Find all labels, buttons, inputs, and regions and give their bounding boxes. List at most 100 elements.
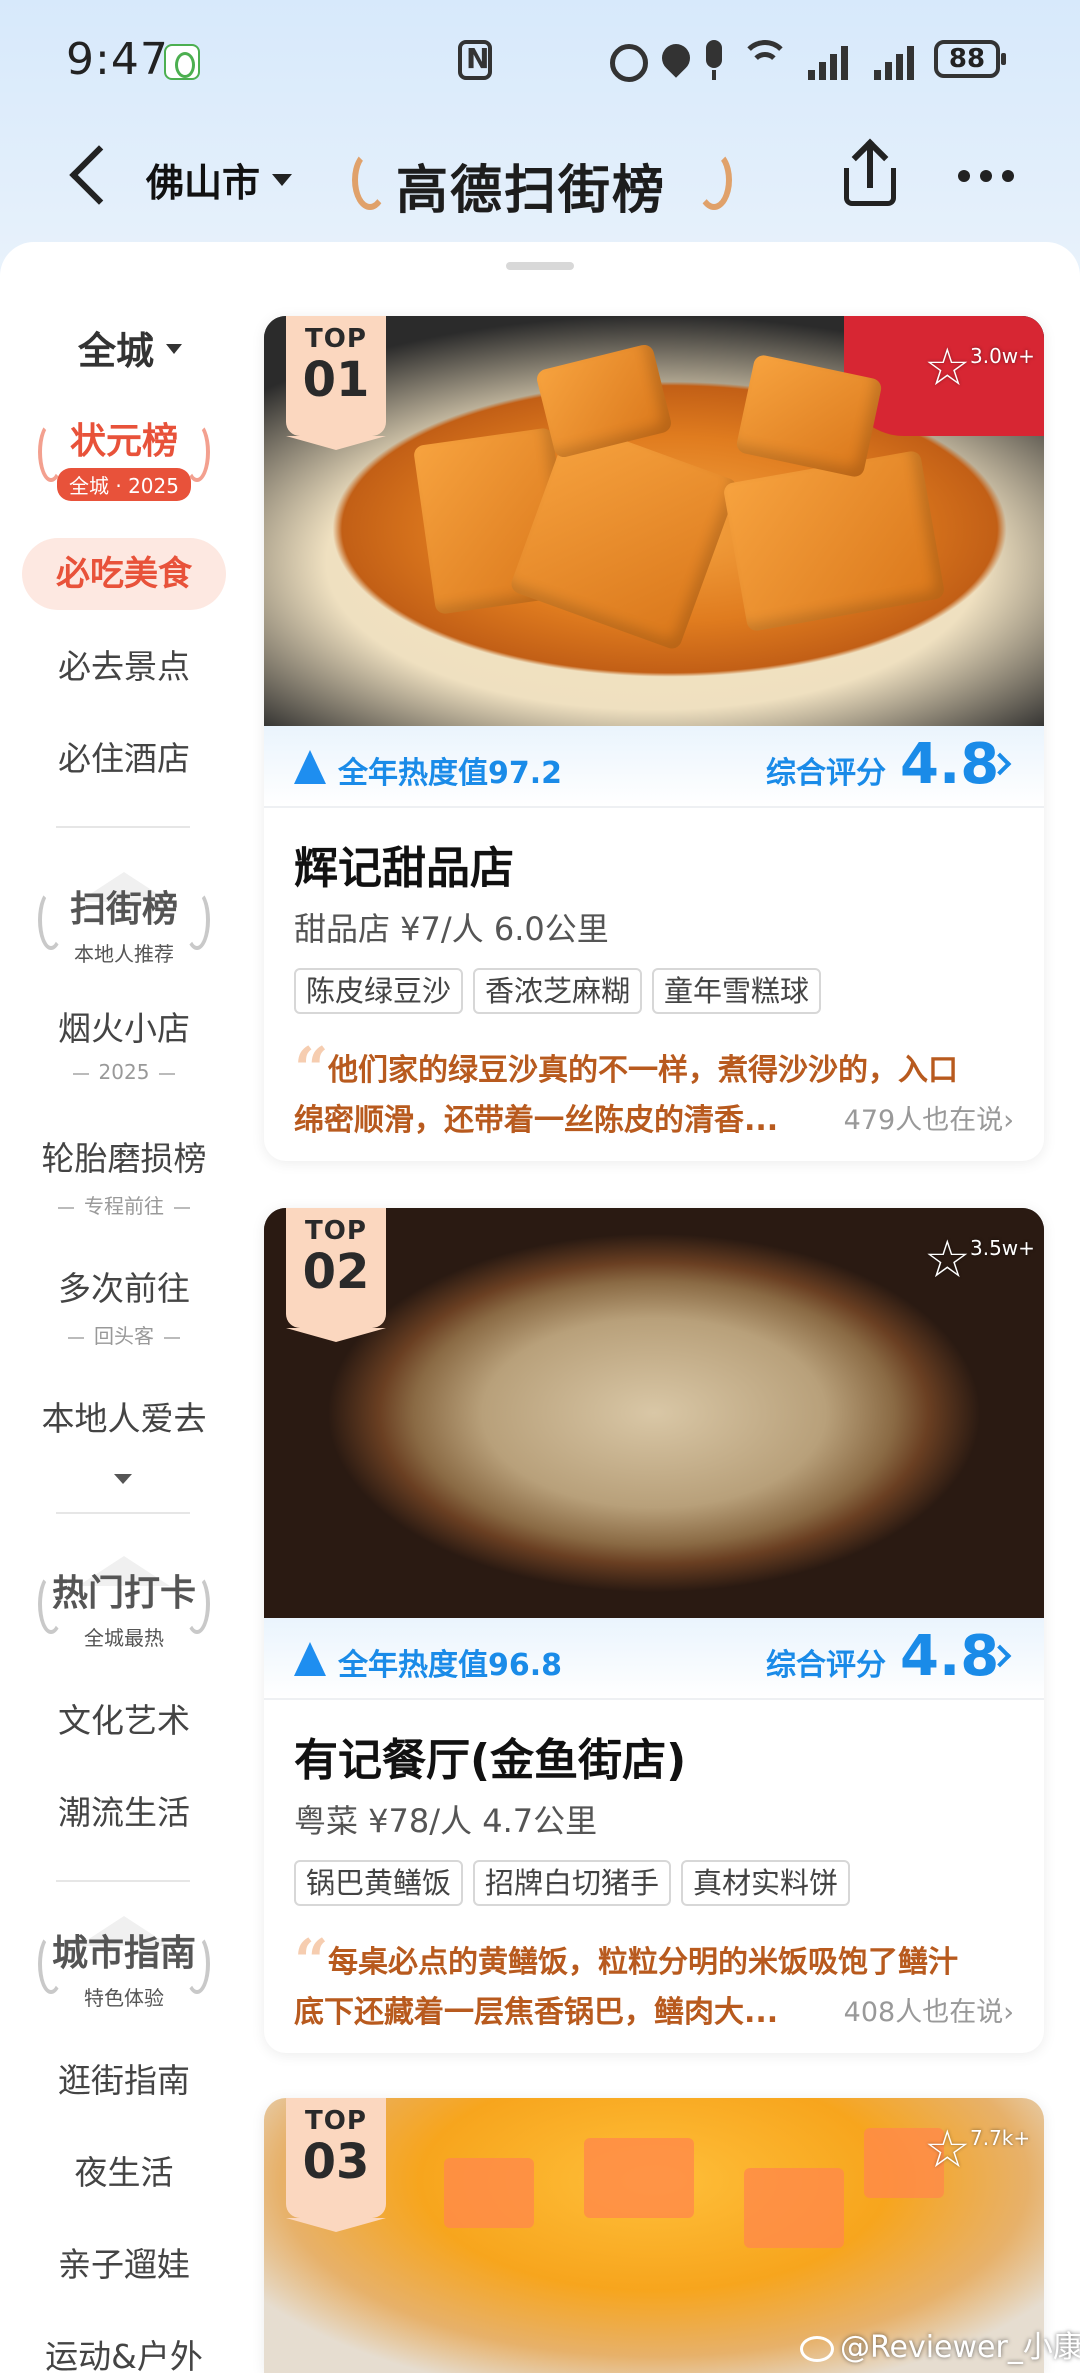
sidebar-item[interactable]: 潮流生活 [0,1786,248,1834]
quote-icon: “ [294,1927,329,1997]
weibo-icon [800,2335,834,2362]
sidebar-item[interactable]: 烟火小店 [0,1002,248,1050]
photo-decoration [444,2158,534,2228]
sidebar-item-sub: 专程前往 [0,1190,248,1219]
brand-logo: 高德扫街榜 [352,142,732,221]
star-icon[interactable]: ☆ [924,1234,971,1286]
sidebar-item-sub: 2025 [0,1060,248,1084]
divider [56,1880,190,1882]
navigation-arrow-icon [294,1642,326,1676]
ranking-group-street[interactable]: 扫街榜 本地人推荐 [34,872,214,980]
rank-badge: TOP 03 [286,2098,386,2232]
chevron-down-icon[interactable] [272,174,292,186]
more-icon[interactable] [958,166,1014,186]
sidebar-item[interactable]: 夜生活 [0,2146,248,2194]
signal-icon [808,44,852,80]
sheet-grabber[interactable] [506,262,574,270]
nfc-icon [458,40,492,80]
ranking-card[interactable]: TOP 02 ☆ 3.5w+ 全年热度值96.8 综合评分 4.8 有记餐厅(金… [264,1208,1044,2053]
dish-tag[interactable]: 真材实料饼 [681,1860,851,1906]
brand-title: 高德扫街榜 [396,161,667,221]
photo-decoration [534,342,674,460]
dish-tag[interactable]: 香浓芝麻糊 [473,968,643,1014]
score-value: 4.8 [900,1624,1000,1689]
divider [56,826,190,828]
laurel-left-icon [352,150,388,210]
sidebar-item[interactable]: 亲子遛娃 [0,2238,248,2286]
dish-tags: 陈皮绿豆沙 香浓芝麻糊 童年雪糕球 [294,968,831,1014]
category-sidebar: 全城 状元榜 全城 · 2025 必吃美食 必去景点 必住酒店 扫街榜 本地人推… [0,302,248,2373]
group-subtitle: 本地人推荐 [74,942,174,966]
sidebar-item[interactable]: 运动&户外 [0,2330,248,2373]
expand-chevron-icon[interactable] [114,1474,132,1484]
restaurant-meta: 粤菜 ¥78/人 4.7公里 [294,1802,598,1840]
group-title: 状元榜 [69,421,178,462]
food-photo[interactable]: TOP 01 ☆ 3.0w+ [264,316,1044,726]
photo-decoration [744,2168,844,2248]
sidebar-item[interactable]: 必去景点 [0,640,248,688]
laurel-right-icon [696,150,732,210]
photo-decoration [722,449,946,633]
sidebar-item[interactable]: 多次前往 [0,1262,248,1310]
ranking-card[interactable]: TOP 01 ☆ 3.0w+ 全年热度值97.2 综合评分 4.8 辉记甜品店 … [264,316,1044,1161]
dish-tag[interactable]: 招牌白切猪手 [473,1860,672,1906]
scope-selector[interactable]: 全城 [78,320,154,375]
dish-tag[interactable]: 陈皮绿豆沙 [294,968,464,1014]
score-label: 综合评分 [766,756,886,791]
quote-line: 每桌必点的黄鳝饭，粒粒分明的米饭吸饱了鳝汁 [328,1945,958,1980]
sidebar-item[interactable]: 文化艺术 [0,1694,248,1742]
rank-number: 01 [302,352,370,408]
back-arrow-icon[interactable] [64,144,108,208]
quote-line: 他们家的绿豆沙真的不一样，煮得沙沙的，入口 [328,1053,958,1088]
sidebar-item[interactable]: 本地人爱去 [0,1392,248,1440]
ranking-group-hot[interactable]: 热门打卡 全城最热 [34,1556,214,1664]
review-count-link[interactable]: 408人也在说› [844,1988,1014,2038]
favorite-count: 3.0w+ [970,344,1035,368]
share-icon[interactable] [840,138,900,208]
food-photo[interactable]: TOP 02 ☆ 3.5w+ [264,1208,1044,1618]
chevron-down-icon[interactable] [166,344,182,354]
group-title: 热门打卡 [51,1573,196,1614]
favorite-button[interactable]: ☆ 7.7k+ [924,2124,1030,2184]
favorite-count: 7.7k+ [970,2126,1031,2150]
location-icon [656,38,696,78]
quote-line: 绵密顺滑，还带着一丝陈皮的清香... [294,1103,779,1138]
sidebar-item[interactable]: 轮胎磨损榜 [0,1132,248,1180]
review-quote[interactable]: “ 他们家的绿豆沙真的不一样，煮得沙沙的，入口 绵密顺滑，还带着一丝陈皮的清香.… [294,1040,1014,1146]
heat-score-row[interactable]: 全年热度值97.2 综合评分 4.8 [264,726,1044,808]
restaurant-name[interactable]: 有记餐厅(金鱼街店) [294,1724,686,1788]
signal-icon [874,44,918,80]
ranking-group-champion[interactable]: 状元榜 全城 · 2025 [34,412,214,512]
restaurant-name[interactable]: 辉记甜品店 [294,832,514,896]
city-selector[interactable]: 佛山市 [146,152,260,207]
group-subtitle: 全城最热 [84,1626,164,1650]
rank-top-label: TOP [305,1216,367,1246]
rank-number: 02 [302,1244,370,1300]
quote-icon: “ [294,1035,329,1105]
dish-tag[interactable]: 锅巴黄鳝饭 [294,1860,464,1906]
sidebar-item-must-eat[interactable]: 必吃美食 [22,538,226,610]
microphone-icon [706,40,722,80]
restaurant-meta: 甜品店 ¥7/人 6.0公里 [294,910,609,948]
heat-value: 全年热度值97.2 [338,756,563,791]
status-time: 9:47 [66,34,169,85]
navigation-arrow-icon [294,750,326,784]
favorite-button[interactable]: ☆ 3.5w+ [924,1234,1035,1294]
quote-line: 底下还藏着一层焦香锅巴，鳝肉大... [294,1995,779,2030]
rank-number: 03 [302,2134,370,2190]
app-notification-icon [164,44,200,80]
dish-tag[interactable]: 童年雪糕球 [652,968,822,1014]
review-quote[interactable]: “ 每桌必点的黄鳝饭，粒粒分明的米饭吸饱了鳝汁 底下还藏着一层焦香锅巴，鳝肉大.… [294,1932,1014,2038]
sidebar-item[interactable]: 逛街指南 [0,2054,248,2102]
star-icon[interactable]: ☆ [924,342,971,394]
watermark: @Reviewer_小康 [800,2322,1080,2366]
dish-tags: 锅巴黄鳝饭 招牌白切猪手 真材实料饼 [294,1860,860,1906]
rank-badge: TOP 01 [286,316,386,450]
sidebar-item[interactable]: 必住酒店 [0,732,248,780]
heat-score-row[interactable]: 全年热度值96.8 综合评分 4.8 [264,1618,1044,1700]
review-count-link[interactable]: 479人也在说› [844,1096,1014,1146]
favorite-button[interactable]: ☆ 3.0w+ [924,342,1035,402]
star-icon[interactable]: ☆ [924,2124,971,2176]
ranking-group-guide[interactable]: 城市指南 特色体验 [34,1916,214,2024]
watermark-text: @Reviewer_小康 [840,2330,1080,2365]
